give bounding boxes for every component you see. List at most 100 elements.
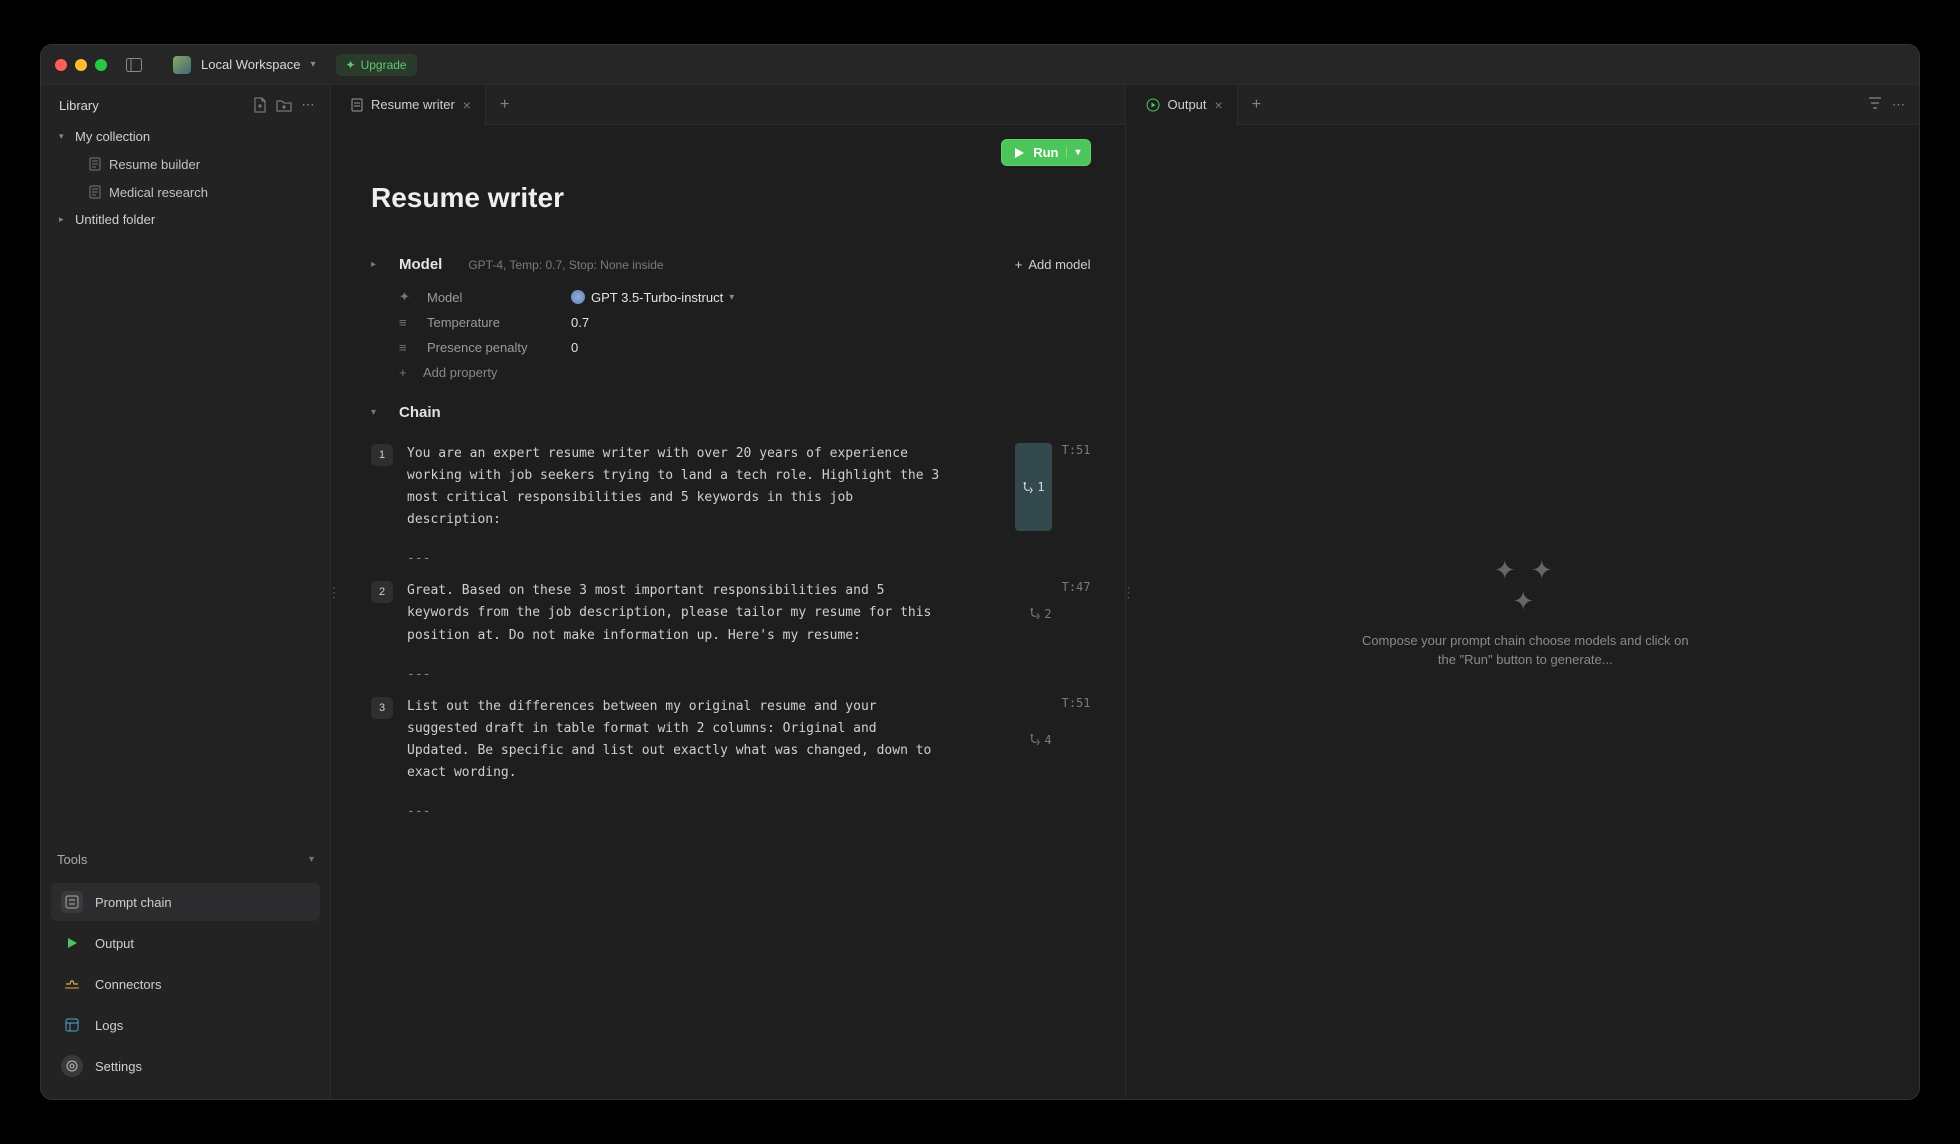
chain-step-text[interactable]: You are an expert resume writer with ove… [407,443,947,531]
chain-step-text[interactable]: List out the differences between my orig… [407,696,947,784]
branch-badge[interactable]: 2 [1029,580,1051,646]
chain-step-meta: 4 T:51 [1029,696,1090,784]
filter-icon[interactable] [1868,97,1882,113]
add-model-button[interactable]: + Add model [1015,257,1091,272]
output-panel: Output × + ⋯ ✦ ✦✦ Compose your prompt ch… [1132,85,1920,1099]
chain-step[interactable]: 1 You are an expert resume writer with ov… [371,443,1091,531]
prop-label: Temperature [427,315,557,330]
chevron-down-icon[interactable]: ▾ [1066,147,1080,158]
prop-label: Presence penalty [427,340,557,355]
more-icon[interactable]: ⋯ [1892,97,1905,113]
folder-label: Untitled folder [75,212,155,227]
chevron-down-icon[interactable]: ▾ [371,407,383,418]
new-folder-icon[interactable] [276,97,292,113]
logs-icon [61,1014,83,1036]
workspace-name[interactable]: Local Workspace [201,57,300,72]
close-tab-icon[interactable]: × [1215,97,1223,113]
tool-logs[interactable]: Logs [51,1006,320,1044]
chain-separator: --- [371,794,1091,833]
new-tab-button[interactable]: + [1238,96,1275,114]
model-value: GPT 3.5-Turbo-instruct [591,290,723,305]
close-tab-icon[interactable]: × [463,97,471,113]
chevron-right-icon: ▸ [59,214,69,225]
gear-icon [61,1055,83,1077]
tool-label: Prompt chain [95,895,172,910]
prop-label: Model [427,290,557,305]
chain-step-meta: 1 T:51 [1015,443,1090,531]
tree-item-label: Resume builder [109,157,200,172]
titlebar: Local Workspace ▾ ✦ Upgrade [41,45,1919,85]
maximize-window-button[interactable] [95,59,107,71]
add-property-button[interactable]: + Add property [399,365,1091,380]
tree-item-resume-builder[interactable]: Resume builder [49,150,322,178]
tab-label: Output [1168,97,1207,112]
tool-settings[interactable]: Settings [51,1047,320,1085]
chain-step-text[interactable]: Great. Based on these 3 most important r… [407,580,947,646]
tree-item-medical-research[interactable]: Medical research [49,178,322,206]
tools-list: Prompt chain Output Connectors [41,877,330,1099]
prop-model[interactable]: ✦ Model GPT 3.5-Turbo-instruct ▾ [399,289,1091,305]
workspace-chevron-icon[interactable]: ▾ [310,59,315,70]
chain-step-number: 3 [371,697,393,719]
play-icon [1013,147,1025,159]
sidebar: Library ⋯ ▾ My collection [41,85,331,1099]
branch-badge[interactable]: 1 [1015,443,1051,531]
chain-step[interactable]: 2 Great. Based on these 3 most important … [371,580,1091,646]
chain-separator: --- [371,541,1091,580]
token-count: T:51 [1062,443,1091,531]
tab-label: Resume writer [371,97,455,112]
chain-separator: --- [371,657,1091,696]
tool-label: Logs [95,1018,123,1033]
tab-resume-writer[interactable]: Resume writer × [337,85,486,125]
toggle-sidebar-icon[interactable] [125,56,143,74]
minimize-window-button[interactable] [75,59,87,71]
presence-value: 0 [571,340,578,355]
upgrade-button[interactable]: ✦ Upgrade [336,54,417,76]
chevron-down-icon: ▾ [309,854,314,865]
run-button[interactable]: Run ▾ [1001,139,1090,166]
editor-tabbar: Resume writer × + [337,85,1125,125]
chevron-down-icon: ▾ [59,131,69,142]
plus-icon: + [399,365,413,380]
tool-connectors[interactable]: Connectors [51,965,320,1003]
chain-step[interactable]: 3 List out the differences between my ori… [371,696,1091,784]
prop-presence-penalty[interactable]: ≡ Presence penalty 0 [399,340,1091,355]
workspace-avatar [173,56,191,74]
output-empty-state: ✦ ✦✦ Compose your prompt chain choose mo… [1132,125,1920,1099]
run-label: Run [1033,145,1058,160]
traffic-lights [55,59,107,71]
model-logo-icon [571,290,585,304]
chain-step-number: 1 [371,444,393,466]
editor-panel: Resume writer × + Run ▾ [337,85,1126,1099]
upgrade-label: Upgrade [361,58,407,72]
chevron-right-icon[interactable]: ▸ [371,259,383,270]
body: Library ⋯ ▾ My collection [41,85,1919,1099]
editor-content: Run ▾ Resume writer ▸ Model GPT-4, Temp:… [337,125,1125,1099]
sliders-icon: ≡ [399,340,413,355]
model-summary: GPT-4, Temp: 0.7, Stop: None inside [468,258,663,272]
prompt-chain-icon [61,891,83,913]
chevron-down-icon[interactable]: ▾ [729,292,734,303]
new-tab-button[interactable]: + [486,96,523,114]
branch-badge[interactable]: 4 [1029,696,1051,784]
tools-header[interactable]: Tools ▾ [41,842,330,877]
tree-folder-my-collection[interactable]: ▾ My collection [49,123,322,150]
token-count: T:51 [1062,696,1091,784]
more-icon[interactable]: ⋯ [300,97,316,113]
close-window-button[interactable] [55,59,67,71]
new-file-icon[interactable] [252,97,268,113]
tab-output[interactable]: Output × [1132,85,1238,125]
library-header: Library ⋯ [41,85,330,123]
tool-output[interactable]: Output [51,924,320,962]
tree-folder-untitled[interactable]: ▸ Untitled folder [49,206,322,233]
prop-temperature[interactable]: ≡ Temperature 0.7 [399,315,1091,330]
sparkle-icon: ✦ [399,289,413,305]
connectors-icon [61,973,83,995]
plus-icon: + [1015,257,1023,272]
tool-prompt-chain[interactable]: Prompt chain [51,883,320,921]
page-title[interactable]: Resume writer [371,178,1091,232]
sliders-icon: ≡ [399,315,413,330]
chain-step-meta: 2T:47 [1029,580,1090,646]
tree-item-label: Medical research [109,185,208,200]
temperature-value: 0.7 [571,315,589,330]
